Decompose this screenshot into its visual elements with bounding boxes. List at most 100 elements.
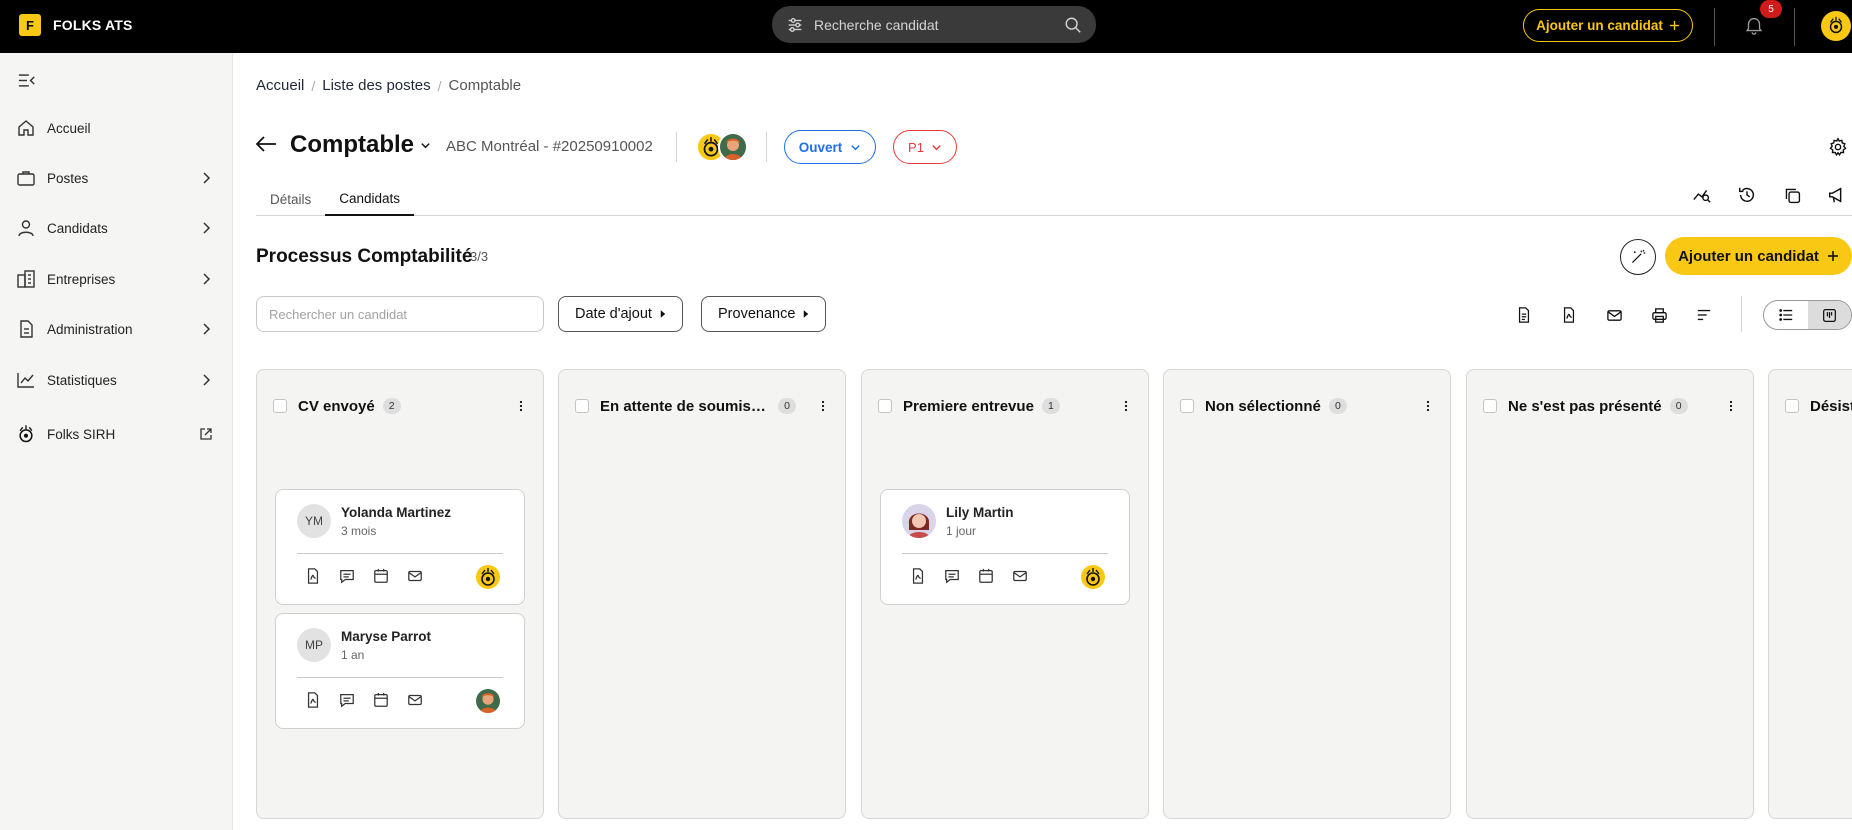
header-tools bbox=[1689, 182, 1850, 208]
calendar-icon[interactable] bbox=[373, 568, 389, 584]
chart-icon bbox=[17, 373, 34, 388]
analytics-search-button[interactable] bbox=[1689, 182, 1715, 208]
date-filter-button[interactable]: Date d'ajout bbox=[558, 296, 683, 332]
print-button[interactable] bbox=[1646, 302, 1672, 328]
topbar-divider bbox=[1794, 8, 1795, 46]
candidate-card[interactable]: MP Maryse Parrot 1 an bbox=[275, 613, 525, 729]
team-avatars[interactable] bbox=[696, 132, 748, 162]
column-select-checkbox[interactable] bbox=[1785, 399, 1799, 413]
candidate-card[interactable]: Lily Martin 1 jour bbox=[880, 489, 1130, 605]
global-search bbox=[772, 6, 1096, 43]
magic-wand-button[interactable] bbox=[1620, 239, 1656, 275]
folks-logo-icon bbox=[481, 568, 495, 586]
mail-icon[interactable] bbox=[407, 692, 423, 708]
back-arrow-icon[interactable] bbox=[255, 135, 277, 153]
owner-avatar[interactable] bbox=[476, 565, 500, 589]
global-search-input[interactable] bbox=[814, 16, 1064, 33]
sidebar-item-postes[interactable]: Postes bbox=[0, 160, 233, 196]
chevron-right-icon bbox=[203, 374, 211, 386]
card-divider bbox=[297, 677, 503, 678]
column-menu-button[interactable] bbox=[813, 396, 833, 416]
sidebar-item-accueil[interactable]: Accueil bbox=[0, 110, 233, 146]
column-count-badge: 0 bbox=[1669, 398, 1688, 414]
gear-icon[interactable] bbox=[1828, 137, 1848, 157]
breadcrumb-separator: / bbox=[311, 77, 316, 94]
chevron-right-icon bbox=[203, 323, 211, 335]
top-add-candidate-button[interactable]: Ajouter un candidat bbox=[1523, 9, 1693, 42]
sidebar-item-statistiques[interactable]: Statistiques bbox=[0, 362, 233, 398]
chevron-right-icon bbox=[203, 172, 211, 184]
status-dropdown[interactable]: Ouvert bbox=[784, 130, 876, 164]
column-header: Désisté bbox=[1785, 394, 1852, 418]
announce-button[interactable] bbox=[1824, 182, 1850, 208]
column-select-checkbox[interactable] bbox=[1180, 399, 1194, 413]
column-select-checkbox[interactable] bbox=[878, 399, 892, 413]
sidebar-item-label: Postes bbox=[47, 170, 89, 186]
collapse-sidebar-icon[interactable] bbox=[18, 73, 36, 88]
email-button[interactable] bbox=[1601, 302, 1627, 328]
mail-icon[interactable] bbox=[1012, 568, 1028, 584]
job-title-dropdown[interactable]: Comptable bbox=[290, 131, 431, 159]
bulk-actions bbox=[1511, 302, 1717, 328]
comment-icon[interactable] bbox=[339, 692, 355, 708]
pdf-icon[interactable] bbox=[305, 568, 321, 584]
job-subtitle: ABC Montréal - #20250910002 bbox=[446, 138, 653, 155]
column-menu-button[interactable] bbox=[1418, 396, 1438, 416]
chevron-right-icon bbox=[203, 222, 211, 234]
mail-icon[interactable] bbox=[407, 568, 423, 584]
tab-candidats[interactable]: Candidats bbox=[325, 182, 415, 216]
sliders-icon[interactable] bbox=[786, 16, 804, 34]
comment-icon[interactable] bbox=[339, 568, 355, 584]
folks-logo-icon bbox=[1829, 16, 1843, 34]
list-view-button[interactable] bbox=[1764, 301, 1808, 329]
tab-details[interactable]: Détails bbox=[256, 182, 325, 216]
sort-button[interactable] bbox=[1691, 302, 1717, 328]
history-icon bbox=[1739, 187, 1755, 202]
breadcrumb-list[interactable]: Liste des postes bbox=[322, 77, 430, 94]
sidebar-item-administration[interactable]: Administration bbox=[0, 311, 233, 347]
header-divider bbox=[766, 132, 767, 162]
more-vertical-icon bbox=[519, 400, 523, 412]
avatar: YM bbox=[297, 504, 331, 538]
candidate-name[interactable]: Lily Martin bbox=[946, 505, 1014, 520]
more-vertical-icon bbox=[1124, 400, 1128, 412]
source-filter-button[interactable]: Provenance bbox=[701, 296, 827, 332]
pdf-icon[interactable] bbox=[305, 692, 321, 708]
column-menu-button[interactable] bbox=[1116, 396, 1136, 416]
user-avatar[interactable] bbox=[1821, 11, 1851, 41]
export-pdf-button[interactable] bbox=[1556, 302, 1582, 328]
sort-icon bbox=[1697, 309, 1711, 321]
bell-icon[interactable] bbox=[1743, 13, 1765, 37]
notification-badge: 5 bbox=[1760, 0, 1782, 18]
person-avatar-icon bbox=[479, 693, 497, 713]
column-menu-button[interactable] bbox=[511, 396, 531, 416]
app-logo[interactable]: F FOLKS ATS bbox=[19, 14, 133, 36]
history-button[interactable] bbox=[1734, 182, 1760, 208]
pdf-icon[interactable] bbox=[910, 568, 926, 584]
owner-avatar[interactable] bbox=[476, 689, 500, 713]
search-icon[interactable] bbox=[1064, 16, 1082, 34]
column-menu-button[interactable] bbox=[1721, 396, 1741, 416]
candidate-name[interactable]: Yolanda Martinez bbox=[341, 505, 451, 520]
sidebar-item-folks-sirh[interactable]: Folks SIRH bbox=[0, 416, 233, 452]
column-select-checkbox[interactable] bbox=[273, 399, 287, 413]
calendar-icon[interactable] bbox=[373, 692, 389, 708]
caret-right-icon bbox=[660, 310, 666, 318]
breadcrumb-home[interactable]: Accueil bbox=[256, 77, 304, 94]
comment-icon[interactable] bbox=[944, 568, 960, 584]
candidate-search-input[interactable] bbox=[256, 296, 544, 332]
priority-dropdown[interactable]: P1 bbox=[893, 130, 957, 164]
calendar-icon[interactable] bbox=[978, 568, 994, 584]
export-document-button[interactable] bbox=[1511, 302, 1537, 328]
column-select-checkbox[interactable] bbox=[1483, 399, 1497, 413]
candidate-name[interactable]: Maryse Parrot bbox=[341, 629, 431, 644]
sidebar-item-entreprises[interactable]: Entreprises bbox=[0, 261, 233, 297]
sidebar: Accueil Postes Candidats Entreprises Adm… bbox=[0, 53, 233, 830]
candidate-card[interactable]: YM Yolanda Martinez 3 mois bbox=[275, 489, 525, 605]
duplicate-button[interactable] bbox=[1779, 182, 1805, 208]
kanban-view-button[interactable] bbox=[1807, 301, 1851, 329]
column-select-checkbox[interactable] bbox=[575, 399, 589, 413]
sidebar-item-candidats[interactable]: Candidats bbox=[0, 210, 233, 246]
add-candidate-button[interactable]: Ajouter un candidat bbox=[1665, 237, 1852, 275]
owner-avatar[interactable] bbox=[1081, 565, 1105, 589]
